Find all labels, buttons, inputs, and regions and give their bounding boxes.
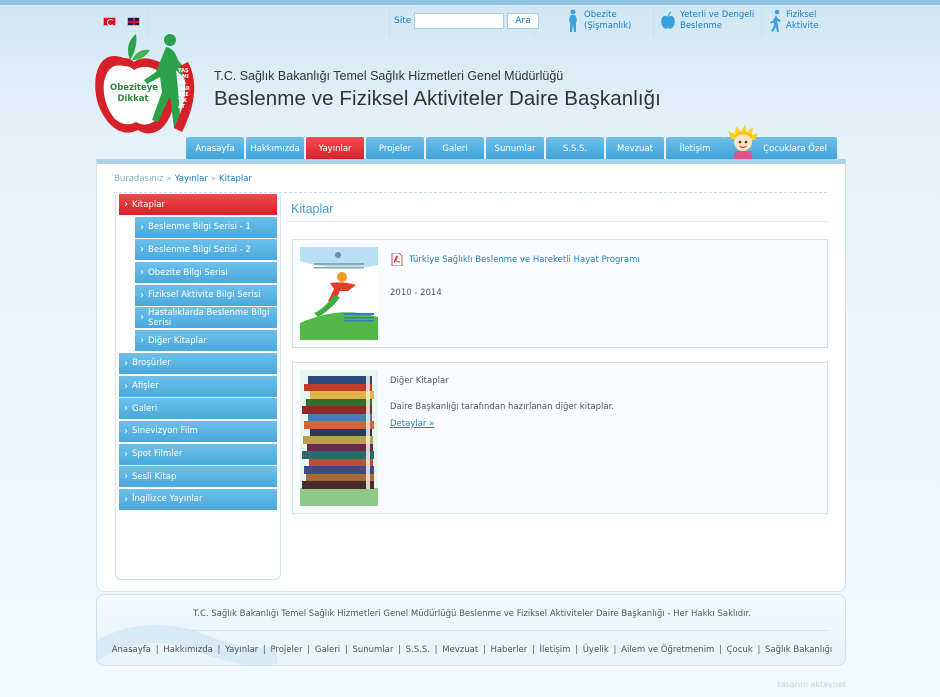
footer-link-yayinlar[interactable]: Yayınlar [225, 645, 258, 655]
sidebar-subitem-beslenme-1[interactable]: Beslenme Bilgi Serisi - 1 [135, 216, 277, 238]
footer: T.C. Sağlık Bakanlığı Temel Sağlık Hizme… [96, 594, 846, 666]
book-card-diger: Diğer Kitaplar Daire Başkanlığı tarafınd… [292, 362, 828, 514]
sidebar-item-brosurler[interactable]: Broşürler [119, 352, 277, 374]
quicklink-aktivite[interactable]: Fiziksel Aktivite [762, 5, 846, 37]
book-diger-title: Diğer Kitaplar [390, 376, 449, 386]
details-link[interactable]: Detaylar » [390, 419, 434, 429]
sidebar-subitem-diger[interactable]: Diğer Kitaplar [135, 330, 277, 352]
footer-link-anasayfa[interactable]: Anasayfa [112, 645, 151, 655]
nav-projeler[interactable]: Projeler [366, 137, 424, 160]
footer-link-uyelik[interactable]: Üyelik [583, 645, 609, 655]
footer-links: Anasayfa | Hakkımızda | Yayınlar | Proje… [111, 645, 833, 655]
pdf-link-program-label[interactable]: Türkiye Sağlıklı Beslenme ve Hareketli H… [409, 255, 640, 265]
designer-credit[interactable]: tasarım aktaynet [778, 680, 846, 689]
book-card-diger-body: Diğer Kitaplar Daire Başkanlığı tarafınd… [390, 376, 614, 429]
main-panel: Buradasınız»Yayınlar»Kitaplar Kitaplar B… [96, 159, 846, 592]
breadcrumb-kitaplar[interactable]: Kitaplar [219, 174, 252, 184]
footer-link-mevzuat[interactable]: Mevzuat [442, 645, 478, 655]
footer-link-iletisim[interactable]: İletişim [540, 645, 571, 655]
nav-yayinlar[interactable]: Yayınlar [306, 137, 364, 160]
quicklink-beslenme[interactable]: Yeterli ve Dengeli Beslenme [654, 5, 762, 37]
pdf-icon [391, 253, 403, 266]
footer-link-haberler[interactable]: Haberler [490, 645, 527, 655]
ministry-name: T.C. Sağlık Bakanlığı Temel Sağlık Hizme… [214, 69, 564, 83]
quick-links: Obezite (Şişmanlık) Yeterli ve Dengeli Bes… [560, 5, 846, 37]
sidebar-item-afisler[interactable]: Afişler [119, 375, 277, 397]
nav-sunumlar[interactable]: Sunumlar [486, 137, 544, 160]
quicklink-beslenme-line2: Beslenme [680, 21, 722, 31]
content-title: Kitaplar [291, 202, 334, 216]
logo-text: Obeziteye Dikkat [110, 83, 159, 105]
pdf-link-program[interactable]: Türkiye Sağlıklı Beslenme ve Hareketli H… [390, 253, 640, 266]
footer-link-cocuk[interactable]: Çocuk [727, 645, 753, 655]
english-flag-icon[interactable] [127, 16, 140, 26]
logo-text-line2: Dikkat [117, 94, 149, 104]
sidebar-item-sinevizyon[interactable]: Sinevizyon Film [119, 420, 277, 442]
silhouette-icon [569, 9, 577, 32]
quicklink-aktivite-line2: Aktivite [786, 21, 819, 31]
breadcrumb-prefix: Buradasınız [114, 174, 164, 184]
search-input[interactable] [414, 13, 505, 29]
footer-link-ailem[interactable]: Ailem ve Öğretmenim [621, 645, 714, 655]
quicklink-obezite-line2: (Şişmanlık) [584, 21, 632, 31]
nav-kids[interactable]: Çocuklara Özel [723, 125, 837, 161]
nav-mevzuat[interactable]: Mevzuat [606, 137, 664, 160]
book-years: 2010 - 2014 [390, 288, 442, 298]
quicklink-beslenme-line1: Yeterli ve Dengeli [680, 10, 755, 20]
footer-link-sunumlar[interactable]: Sunumlar [352, 645, 393, 655]
footer-link-projeler[interactable]: Projeler [270, 645, 302, 655]
sidebar: Kitaplar Beslenme Bilgi Serisi - 1 Besle… [115, 194, 281, 580]
nav-galeri[interactable]: Galeri [426, 137, 484, 160]
main-nav: Anasayfa Hakkımızda Yayınlar Projeler Ga… [186, 137, 724, 160]
quicklink-obezite[interactable]: Obezite (Şişmanlık) [560, 5, 654, 37]
title-divider [289, 221, 829, 222]
nav-sss[interactable]: S.S.S. [546, 137, 604, 160]
sidebar-item-kitaplar[interactable]: Kitaplar [119, 194, 277, 215]
footer-link-galeri[interactable]: Galeri [315, 645, 340, 655]
book-diger-description: Daire Başkanlığı tarafından hazırlanan d… [390, 402, 615, 412]
breadcrumb-yayinlar[interactable]: Yayınlar [175, 174, 208, 184]
child-mascot-icon [728, 125, 758, 161]
breadcrumb-divider [114, 192, 827, 193]
department-name: Beslenme ve Fiziksel Aktiviteler Daire B… [214, 87, 661, 110]
nav-hakkimizda[interactable]: Hakkımızda [246, 137, 304, 160]
sidebar-item-ingilizce[interactable]: İngilizce Yayınlar [119, 488, 277, 510]
sidebar-item-sesli-kitap[interactable]: Sesli Kitap [119, 466, 277, 488]
sidebar-item-galeri[interactable]: Galeri [119, 398, 277, 420]
quicklink-aktivite-line1: Fiziksel [786, 10, 817, 20]
nav-iletisim[interactable]: İletişim [666, 137, 724, 160]
nav-anasayfa[interactable]: Anasayfa [186, 137, 244, 160]
sidebar-subitem-obezite[interactable]: Obezite Bilgi Serisi [135, 262, 277, 284]
sidebar-subitem-fiziksel[interactable]: Fiziksel Aktivite Bilgi Serisi [135, 284, 277, 306]
book-card-program-body: Türkiye Sağlıklı Beslenme ve Hareketli H… [390, 253, 640, 298]
apple-icon [661, 11, 675, 29]
search-label: Site [394, 16, 412, 26]
sidebar-item-spot-filmler[interactable]: Spot Filmler [119, 443, 277, 465]
search-button[interactable]: Ara [507, 13, 539, 29]
logo-arc-text: YAŞAMINA HAREKET KAT [178, 68, 190, 110]
book-cover-program[interactable] [300, 247, 378, 340]
site-search: Site Ara [389, 5, 539, 37]
logo-text-line1: Obeziteye [110, 83, 159, 93]
book-card-program: Türkiye Sağlıklı Beslenme ve Hareketli H… [292, 239, 828, 348]
footer-link-hakkimizda[interactable]: Hakkımızda [163, 645, 213, 655]
runner-icon [770, 9, 781, 32]
footer-divider [177, 630, 829, 631]
turkish-flag-icon[interactable] [103, 16, 116, 26]
quicklink-obezite-line1: Obezite [584, 10, 617, 20]
book-stack-image[interactable] [300, 370, 378, 506]
footer-link-sss[interactable]: S.S.S. [406, 645, 430, 655]
sidebar-subitem-hastaliklarda[interactable]: Hastalıklarda Beslenme Bilgi Serisi [135, 307, 277, 329]
breadcrumb: Buradasınız» Yayınlar» Kitaplar [114, 174, 252, 184]
copyright: T.C. Sağlık Bakanlığı Temel Sağlık Hizme… [193, 609, 751, 619]
footer-link-saglik-bakanligi[interactable]: Sağlık Bakanlığı [765, 645, 832, 655]
sidebar-subitem-beslenme-2[interactable]: Beslenme Bilgi Serisi - 2 [135, 239, 277, 261]
